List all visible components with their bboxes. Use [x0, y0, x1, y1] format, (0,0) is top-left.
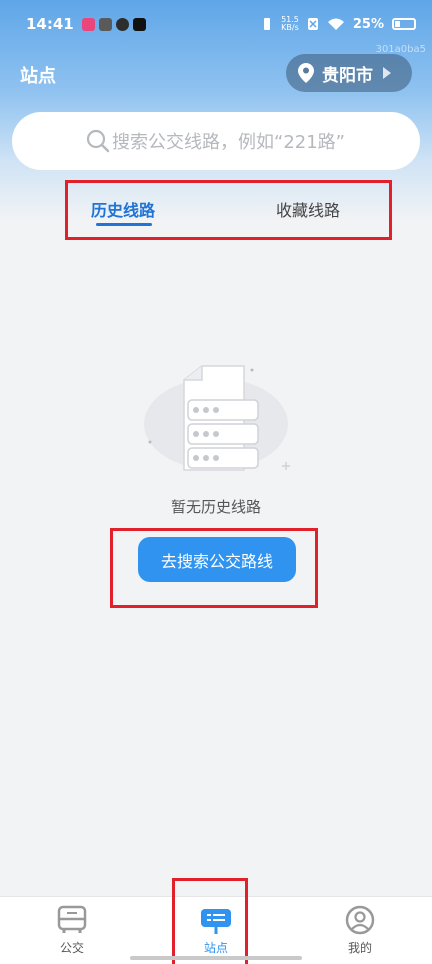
tabbar-item-mine[interactable]: 我的 [330, 905, 390, 956]
location-pin-icon [298, 63, 314, 83]
net-speed-unit: KB/s [281, 23, 299, 32]
tabbar-mine-label: 我的 [347, 941, 372, 955]
status-app-icons [81, 17, 146, 31]
battery-percent: 25% [352, 16, 384, 32]
sim-icon [307, 18, 318, 30]
empty-state-illustration [144, 365, 290, 471]
tab-bar-highlight: 历史线路 收藏线路 [65, 180, 392, 240]
tiktok-icon [132, 17, 146, 31]
chevron-right-icon [383, 67, 391, 79]
app-notification-icon [115, 17, 129, 31]
page-title: 站点 [20, 66, 56, 87]
tabbar-bus-label: 公交 [59, 941, 84, 955]
tab-favorites-label: 收藏线路 [276, 201, 341, 220]
wifi-icon [327, 18, 344, 30]
tab-history[interactable]: 历史线路 [91, 197, 156, 226]
vibrate-icon [264, 18, 271, 30]
net-speed: 51.5 KB/s [281, 16, 299, 32]
search-icon [86, 129, 110, 153]
app-notification-icon [81, 17, 95, 31]
search-bus-route-button[interactable]: 去搜索公交路线 [138, 537, 296, 582]
home-indicator[interactable] [130, 956, 302, 960]
tab-history-label: 历史线路 [91, 201, 156, 220]
app-notification-icon [98, 17, 112, 31]
status-time: 14:41 [26, 15, 74, 33]
tabbar-item-bus[interactable]: 公交 [42, 905, 102, 956]
status-right: 51.5 KB/s 25% [261, 16, 416, 32]
city-selector-button[interactable]: 贵阳市 [286, 54, 412, 92]
active-tab-indicator [96, 223, 152, 226]
profile-icon [345, 905, 375, 935]
tabbar-highlight [172, 878, 248, 964]
search-bar[interactable]: 搜索公交线路，例如“221路” [12, 112, 420, 170]
tab-favorites[interactable]: 收藏线路 [276, 197, 340, 221]
empty-state-message: 暂无历史线路 [170, 498, 261, 516]
city-name: 贵阳市 [322, 65, 373, 86]
bus-icon [57, 905, 87, 933]
status-bar: 14:41 51.5 KB/s 25% [0, 0, 432, 48]
battery-icon [392, 18, 416, 30]
search-placeholder: 搜索公交线路，例如“221路” [112, 132, 346, 153]
